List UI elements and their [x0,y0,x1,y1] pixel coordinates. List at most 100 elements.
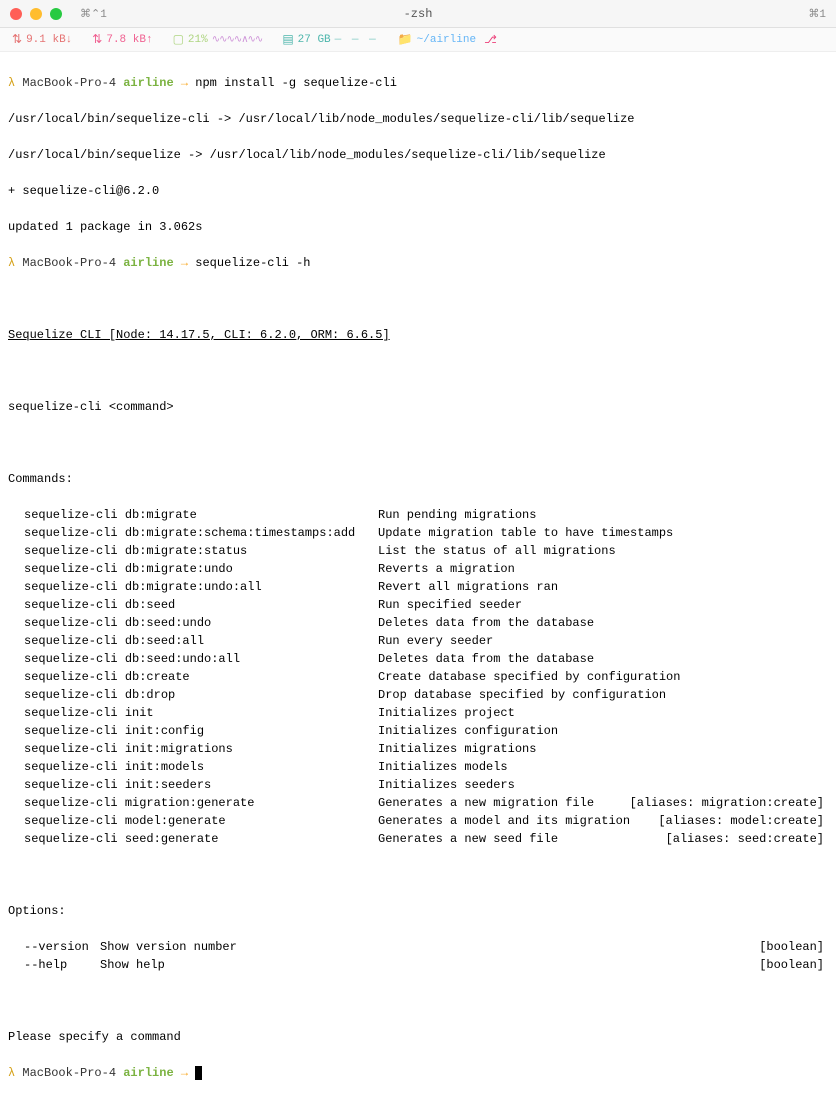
command-description: Run every seeder [378,632,824,650]
option-type: [boolean] [759,938,828,956]
command-name: sequelize-cli db:migrate:undo [8,560,378,578]
command-alias [824,578,828,596]
disk-sparkline: — — — [335,34,378,46]
window-titlebar: ⌘⌃1 -zsh ⌘1 [0,0,836,28]
prompt-host: MacBook-Pro-4 [22,76,116,90]
command-alias [824,596,828,614]
command-name: sequelize-cli db:seed:undo:all [8,650,378,668]
option-description: Show help [100,956,759,974]
options-label: Options: [8,902,828,920]
option-row: --helpShow help[boolean] [8,956,828,974]
command-alias [824,668,828,686]
battery-icon: ▢ [173,32,184,47]
command-alias [824,542,828,560]
commands-list: sequelize-cli db:migrateRun pending migr… [8,506,828,848]
command-row: sequelize-cli model:generateGenerates a … [8,812,828,830]
option-description: Show version number [100,938,759,956]
command-name: sequelize-cli model:generate [8,812,378,830]
minimize-window-button[interactable] [30,8,42,20]
command-name: sequelize-cli db:seed:all [8,632,378,650]
command-name: sequelize-cli init:config [8,722,378,740]
network-upload-stat: ⇅ 7.8 kB↑ [92,32,152,47]
command-name: sequelize-cli db:seed:undo [8,614,378,632]
prompt-host: MacBook-Pro-4 [22,256,116,270]
prompt-arrow: → [181,1066,188,1080]
command-description: Generates a new seed file [378,830,666,848]
command-alias [824,704,828,722]
command-name: sequelize-cli db:migrate:status [8,542,378,560]
command-row: sequelize-cli db:migrate:undoReverts a m… [8,560,828,578]
command-description: Drop database specified by configuration [378,686,824,704]
pane-shortcut-indicator: ⌘1 [808,7,826,21]
terminal-cursor[interactable] [195,1066,202,1080]
command-row: sequelize-cli initInitializes project [8,704,828,722]
network-download-stat: ⇅ 9.1 kB↓ [12,32,72,47]
command-alias [824,686,828,704]
battery-stat: ▢ 21% ∿∿∿∿∧∿∿ [173,32,263,47]
command-name: sequelize-cli init:models [8,758,378,776]
folder-icon: 📁 [398,32,413,47]
command-description: Initializes seeders [378,776,824,794]
option-name: --version [8,938,100,956]
blank-line [8,290,828,308]
status-bar: ⇅ 9.1 kB↓ ⇅ 7.8 kB↑ ▢ 21% ∿∿∿∿∧∿∿ ▤ 27 G… [0,28,836,52]
command-description: Create database specified by configurati… [378,668,824,686]
maximize-window-button[interactable] [50,8,62,20]
git-branch-icon: ⎇ [484,33,497,47]
command-alias [824,776,828,794]
output-line: /usr/local/bin/sequelize-cli -> /usr/loc… [8,110,828,128]
tab-shortcut-indicator: ⌘⌃1 [80,7,107,21]
window-title: -zsh [404,7,433,21]
command-alias: [aliases: seed:create] [666,830,828,848]
prompt-arrow: → [181,256,188,270]
command-alias [824,632,828,650]
command-description: Initializes migrations [378,740,824,758]
blank-line [8,434,828,452]
command-alias [824,650,828,668]
command-description: Reverts a migration [378,560,824,578]
prompt-dir: airline [123,76,173,90]
options-list: --versionShow version number[boolean]--h… [8,938,828,974]
cpu-sparkline: ∿∿∿∿∧∿∿ [212,34,263,46]
prompt-dir: airline [123,1066,173,1080]
output-line: /usr/local/bin/sequelize -> /usr/local/l… [8,146,828,164]
command-alias [824,740,828,758]
command-name: sequelize-cli db:migrate:undo:all [8,578,378,596]
command-row: sequelize-cli db:seed:undo:allDeletes da… [8,650,828,668]
command-row: sequelize-cli init:migrationsInitializes… [8,740,828,758]
command-text: sequelize-cli -h [195,256,310,270]
command-alias: [aliases: migration:create] [630,794,828,812]
command-description: Generates a model and its migration [378,812,658,830]
command-row: sequelize-cli db:seedRun specified seede… [8,596,828,614]
usage-line: sequelize-cli <command> [8,398,828,416]
command-alias: [aliases: model:create] [658,812,828,830]
battery-value: 21% [188,34,208,46]
command-alias [824,614,828,632]
current-folder-stat: 📁 ~/airline ⎇ [398,32,497,47]
command-alias [824,506,828,524]
command-name: sequelize-cli db:migrate:schema:timestam… [8,524,378,542]
upload-value: 7.8 kB↑ [106,34,152,46]
prompt-arrow: → [181,76,188,90]
output-line: updated 1 package in 3.062s [8,218,828,236]
command-row: sequelize-cli db:migrateRun pending migr… [8,506,828,524]
command-row: sequelize-cli db:dropDrop database speci… [8,686,828,704]
command-alias [824,722,828,740]
command-description: Run specified seeder [378,596,824,614]
close-window-button[interactable] [10,8,22,20]
folder-path: ~/airline [417,34,476,46]
command-name: sequelize-cli db:drop [8,686,378,704]
command-name: sequelize-cli init:migrations [8,740,378,758]
command-name: sequelize-cli db:migrate [8,506,378,524]
command-name: sequelize-cli migration:generate [8,794,378,812]
command-name: sequelize-cli init [8,704,378,722]
command-description: Run pending migrations [378,506,824,524]
option-name: --help [8,956,100,974]
command-description: Initializes models [378,758,824,776]
cli-header: Sequelize CLI [Node: 14.17.5, CLI: 6.2.0… [8,326,828,344]
output-line: + sequelize-cli@6.2.0 [8,182,828,200]
command-row: sequelize-cli db:migrate:schema:timestam… [8,524,828,542]
command-name: sequelize-cli db:seed [8,596,378,614]
command-alias [824,524,828,542]
terminal-output[interactable]: λ MacBook-Pro-4 airline → npm install -g… [0,52,836,1104]
